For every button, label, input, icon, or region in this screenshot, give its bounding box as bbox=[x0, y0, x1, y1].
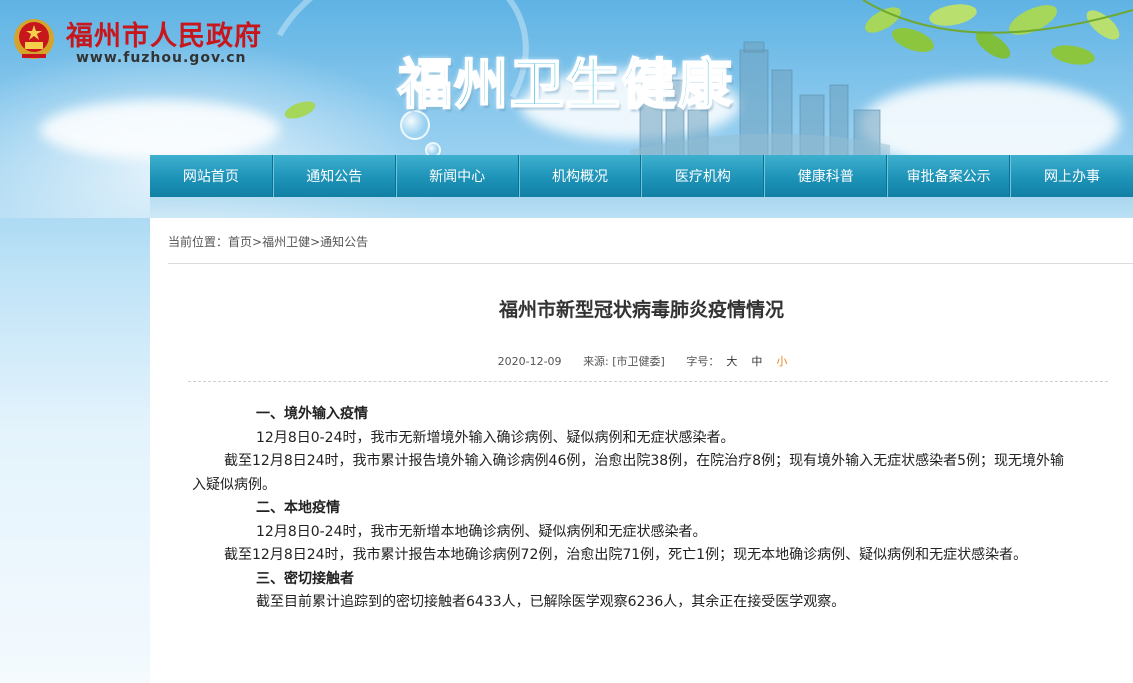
nav-item-approval-disclosure[interactable]: 审批备案公示 bbox=[887, 155, 1011, 197]
nav-shadow-strip bbox=[150, 197, 1133, 218]
breadcrumb-separator: > bbox=[252, 235, 263, 249]
emblem-icon bbox=[14, 19, 54, 59]
gov-name[interactable]: 福州市人民政府 bbox=[66, 14, 262, 53]
breadcrumb-prefix: 当前位置： bbox=[168, 235, 229, 249]
nav-item-online-services[interactable]: 网上办事 bbox=[1010, 155, 1133, 197]
article-title: 福州市新型冠状病毒肺炎疫情情况 bbox=[498, 299, 784, 321]
font-size-large-button[interactable]: 大 bbox=[726, 355, 737, 368]
breadcrumb-divider bbox=[168, 263, 1133, 264]
breadcrumb: 当前位置：首页>福州卫健>通知公告 bbox=[168, 233, 368, 250]
article-body: 一、境外输入疫情 12月8日0-24时，我市无新增境外输入确诊病例、疑似病例和无… bbox=[192, 403, 1074, 615]
site-title: 福州卫生健康 bbox=[397, 52, 734, 117]
section-heading: 一、境外输入疫情 bbox=[256, 406, 368, 422]
nav-item-news[interactable]: 新闻中心 bbox=[395, 155, 519, 197]
article-paragraph: 截至12月8日24时，我市累计报告本地确诊病例72例，治愈出院71例，死亡1例；… bbox=[224, 547, 1028, 563]
cloud bbox=[40, 100, 280, 160]
content-panel: 当前位置：首页>福州卫健>通知公告 福州市新型冠状病毒肺炎疫情情况 2020-1… bbox=[150, 218, 1133, 683]
nav-item-health-education[interactable]: 健康科普 bbox=[764, 155, 888, 197]
main-nav: 网站首页 通知公告 新闻中心 机构概况 医疗机构 健康科普 审批备案公示 网上办… bbox=[150, 155, 1133, 197]
section-heading: 二、本地疫情 bbox=[256, 500, 340, 516]
section-heading: 三、密切接触者 bbox=[256, 570, 354, 587]
font-size-small-button[interactable]: 小 bbox=[776, 355, 787, 368]
breadcrumb-section-link[interactable]: 福州卫健 bbox=[262, 235, 310, 249]
nav-item-medical-institutions[interactable]: 医疗机构 bbox=[641, 155, 765, 197]
breadcrumb-home-link[interactable]: 首页 bbox=[228, 235, 252, 249]
breadcrumb-separator: > bbox=[310, 235, 321, 249]
article-paragraph: 截至12月8日24时，我市累计报告境外输入确诊病例46例，治愈出院38例，在院治… bbox=[192, 453, 1064, 493]
meta-divider bbox=[188, 381, 1108, 382]
nav-item-notices[interactable]: 通知公告 bbox=[272, 155, 396, 197]
leaf-decoration bbox=[284, 101, 316, 119]
nav-item-about[interactable]: 机构概况 bbox=[518, 155, 642, 197]
article-paragraph: 12月8日0-24时，我市无新增本地确诊病例、疑似病例和无症状感染者。 bbox=[256, 523, 707, 540]
article-paragraph: 截至目前累计追踪到的密切接触者6433人，已解除医学观察6236人，其余正在接受… bbox=[256, 594, 846, 610]
nav-item-home[interactable]: 网站首页 bbox=[150, 155, 273, 197]
font-size-label: 字号： bbox=[686, 355, 720, 368]
article-paragraph: 12月8日0-24时，我市无新增境外输入确诊病例、疑似病例和无症状感染者。 bbox=[256, 429, 735, 446]
font-size-medium-button[interactable]: 中 bbox=[751, 355, 762, 368]
breadcrumb-current-link[interactable]: 通知公告 bbox=[320, 235, 368, 249]
article-date: 2020-12-09 bbox=[497, 355, 562, 368]
article-source: 来源: [市卫健委] bbox=[583, 355, 665, 368]
gov-url[interactable]: www.fuzhou.gov.cn bbox=[76, 50, 247, 66]
article-meta: 2020-12-09 来源: [市卫健委] 字号： 大 中 小 bbox=[150, 353, 1133, 369]
